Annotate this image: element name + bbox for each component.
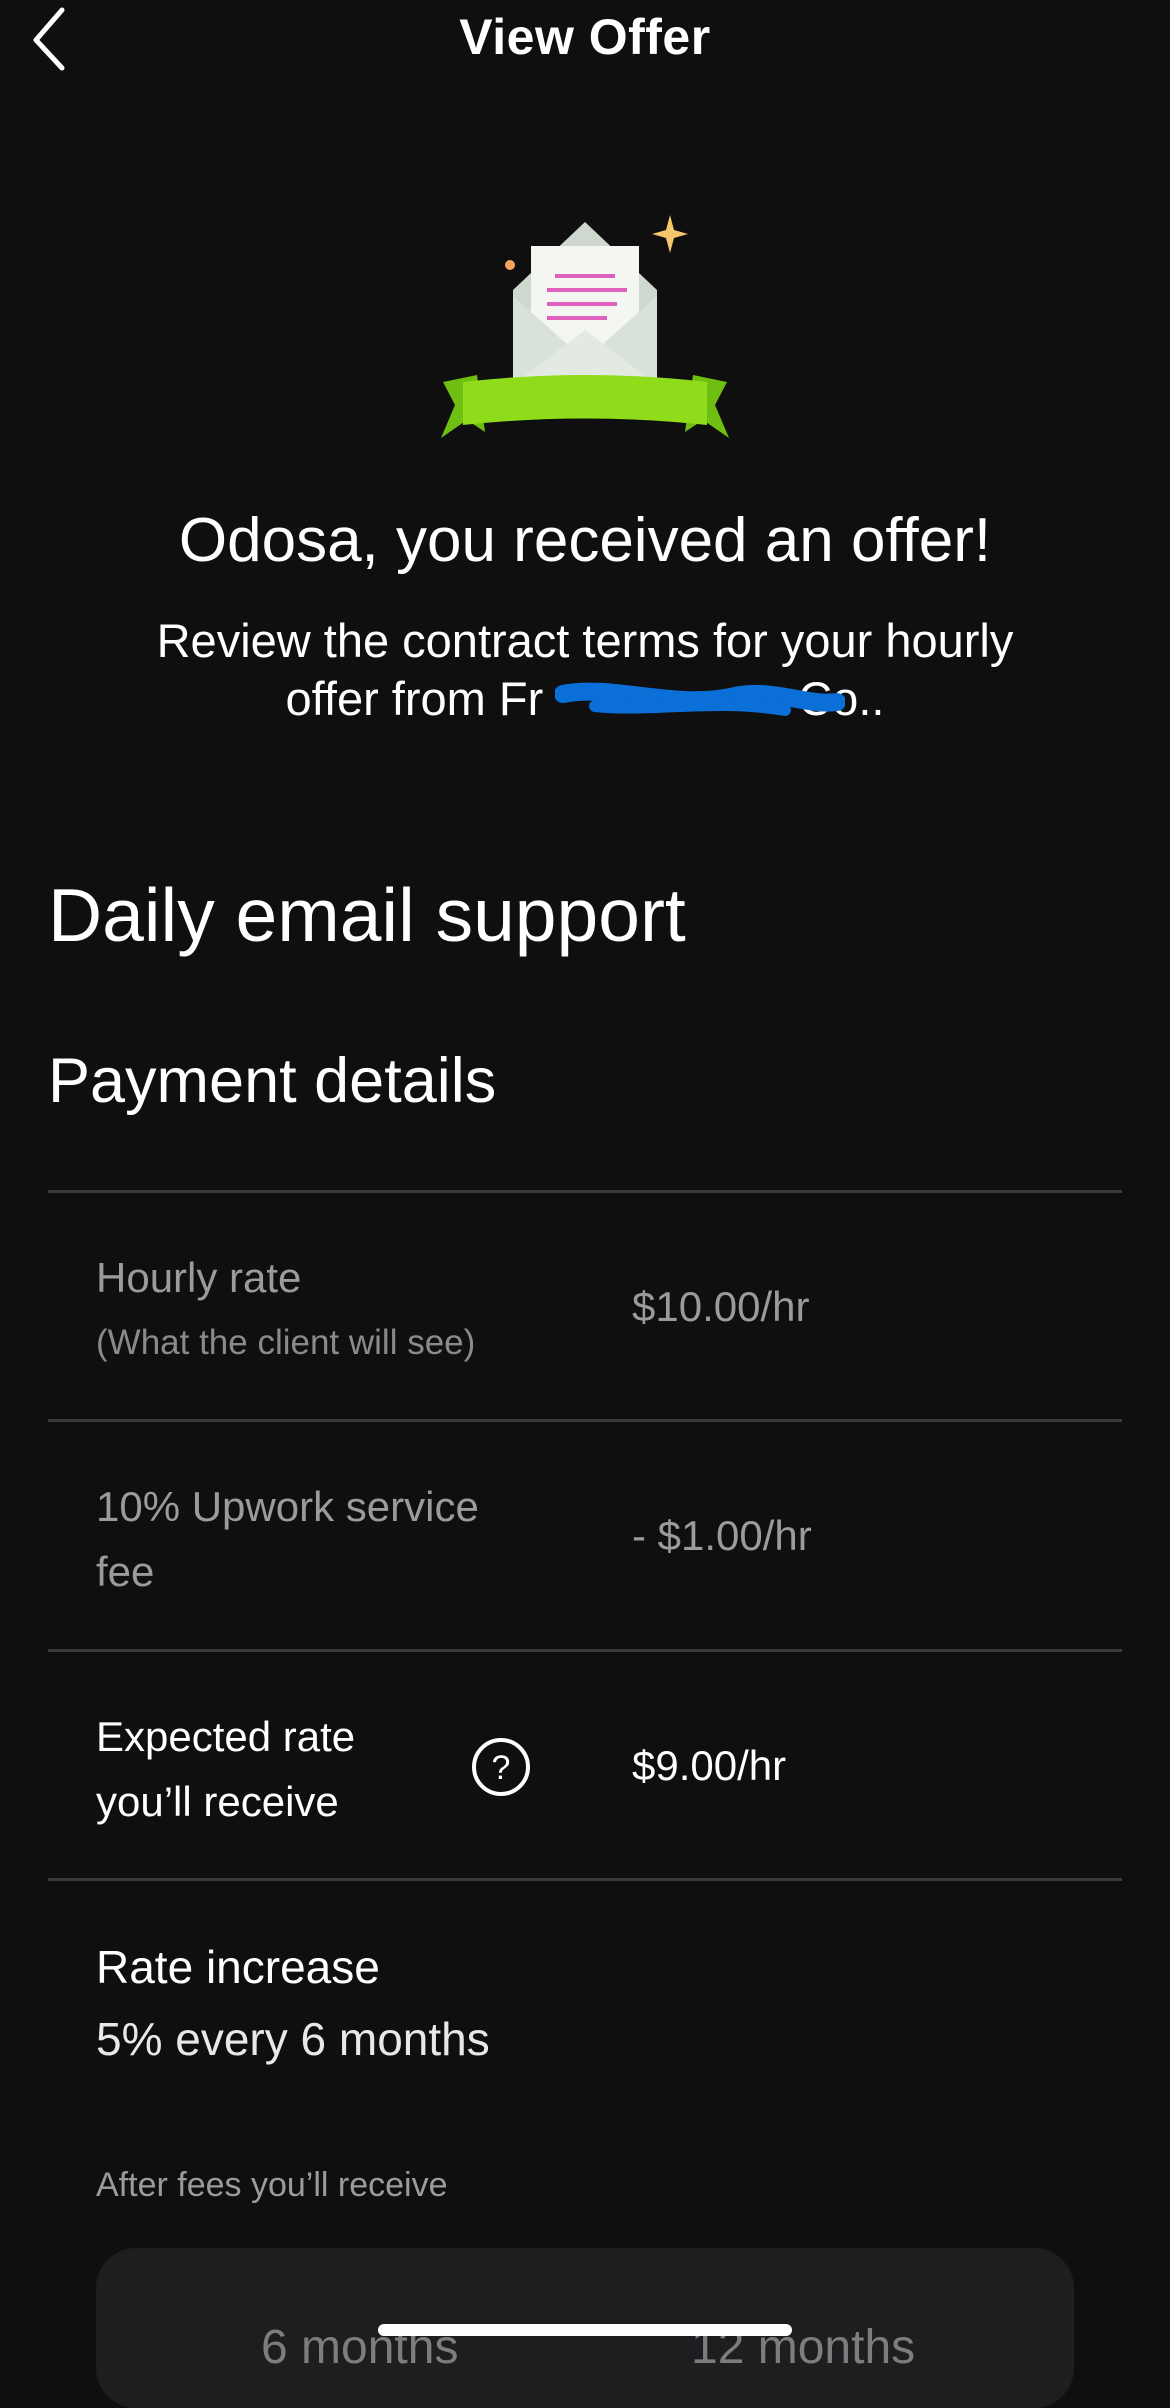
help-button[interactable]: ? [471, 1737, 531, 1797]
hourly-rate-value: $10.00/hr [632, 1283, 810, 1330]
envelope-with-ribbon-icon [435, 210, 735, 455]
top-bar: View Offer [0, 0, 1170, 80]
service-fee-label-group: 10% Upwork service fee [96, 1474, 479, 1604]
after-fees-label: After fees you’ll receive [96, 2166, 448, 2204]
hourly-rate-note: (What the client will see) [96, 1323, 476, 1362]
rate-increase-value: 5% every 6 months [96, 2013, 490, 2065]
expected-rate-label-group: Expected rate you’ll receive [96, 1704, 355, 1834]
service-fee-row: 10% Upwork service fee - $1.00/hr [48, 1419, 1122, 1652]
svg-text:?: ? [492, 1749, 511, 1787]
redaction-scribble [554, 680, 846, 720]
offer-subtitle-client-start: offer from Fr [285, 672, 544, 725]
page-title: View Offer [459, 9, 711, 65]
expected-rate-value: $9.00/hr [632, 1742, 787, 1789]
home-indicator[interactable] [378, 2324, 792, 2336]
hourly-rate-row: Hourly rate (What the client will see) $… [48, 1190, 1122, 1423]
job-title: Daily email support [48, 873, 686, 957]
expected-rate-label-line2: you’ll receive [96, 1778, 339, 1825]
rate-increase-title: Rate increase [96, 1941, 380, 1993]
offer-subtitle-line1: Review the contract terms for your hourl… [156, 614, 1014, 667]
question-circle-icon: ? [472, 1738, 530, 1796]
hourly-rate-label-group: Hourly rate (What the client will see) [96, 1245, 475, 1375]
offer-headline: Odosa, you received an offer! [178, 506, 992, 575]
service-fee-value: - $1.00/hr [632, 1512, 812, 1559]
expected-rate-row: Expected rate you’ll receive $9.00/hr [48, 1649, 1122, 1881]
payment-details-heading: Payment details [48, 1046, 497, 1116]
expected-rate-label-line1: Expected rate [96, 1713, 356, 1760]
divider [48, 1878, 1122, 1881]
hourly-rate-label: Hourly rate [96, 1254, 302, 1301]
service-fee-label-line1: 10% Upwork service [96, 1483, 479, 1530]
service-fee-label-line2: fee [96, 1548, 155, 1595]
